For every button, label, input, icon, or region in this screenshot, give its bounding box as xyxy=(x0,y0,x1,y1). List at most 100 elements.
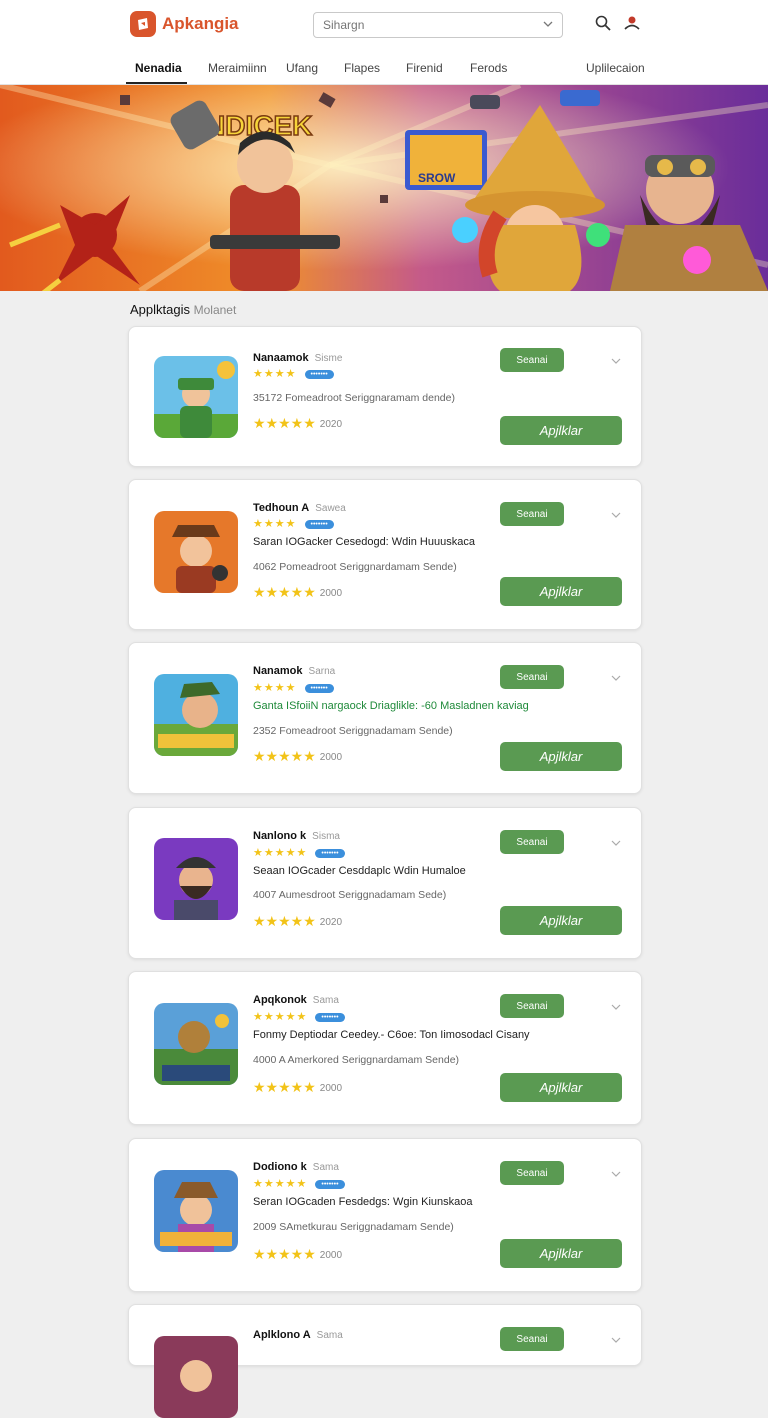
section-title: Applktagis Molanet xyxy=(130,302,236,317)
app-card[interactable]: Nanamok Sarna ★★★★ ••••••• Ganta ISfoiiN … xyxy=(128,642,642,794)
install-button[interactable]: Apjlklar xyxy=(500,742,622,771)
app-tag: Sawea xyxy=(315,503,346,514)
search-icon[interactable] xyxy=(594,14,612,32)
tab-meraimiinn[interactable]: Meraimiinn xyxy=(208,56,267,84)
banner-badge: SROW xyxy=(418,171,456,185)
secondary-button[interactable]: Seanai xyxy=(500,994,564,1018)
app-meta: 4062 Pomeadroot Seriggnardamam Sende) xyxy=(253,561,457,573)
app-tag: Sama xyxy=(312,995,339,1006)
app-thumbnail[interactable] xyxy=(154,356,238,438)
chevron-down-icon[interactable] xyxy=(610,355,622,367)
install-button[interactable]: Apjlklar xyxy=(500,1073,622,1102)
install-button[interactable]: Apjlklar xyxy=(500,906,622,935)
hero-banner[interactable]: NDICEK SROW xyxy=(0,85,768,291)
app-name: Aplklono A Sama xyxy=(253,1329,343,1341)
chevron-down-icon[interactable] xyxy=(542,18,554,30)
app-thumbnail[interactable] xyxy=(154,511,238,593)
app-thumbnail[interactable] xyxy=(154,1170,238,1252)
app-rating: ★★★★★ 2000 xyxy=(253,584,343,600)
app-tag: Sisma xyxy=(312,831,340,842)
star-rating-small: ★★★★★ ••••••• xyxy=(253,1177,345,1190)
app-meta: 4007 Aumesdroot Seriggnadamam Sede) xyxy=(253,889,447,901)
star-rating-small: ★★★★★ ••••••• xyxy=(253,846,345,859)
section-heading: Applktagis xyxy=(130,302,190,317)
search-box[interactable] xyxy=(313,12,563,38)
app-name: Apqkonok Sama xyxy=(253,994,339,1006)
chevron-down-icon[interactable] xyxy=(610,672,622,684)
app-description: Saran IOGacker Cesedogd: Wdin Huuuskaca xyxy=(253,536,475,548)
app-description: Seaan IOGcader Cesddaplc Wdin Humaloe xyxy=(253,865,466,877)
tab-uplilecaion[interactable]: Uplilecaion xyxy=(586,56,645,84)
app-card[interactable]: Tedhoun A Sawea ★★★★ ••••••• Saran IOGack… xyxy=(128,479,642,630)
app-card[interactable]: Apqkonok Sama ★★★★★ ••••••• Fonmy Deptiod… xyxy=(128,971,642,1125)
secondary-button[interactable]: Seanai xyxy=(500,348,564,372)
secondary-button[interactable]: Seanai xyxy=(500,830,564,854)
app-name: Nanamok Sarna xyxy=(253,665,336,677)
chevron-down-icon[interactable] xyxy=(610,1168,622,1180)
app-rating: ★★★★★ 2000 xyxy=(253,748,343,764)
app-tag: Sarna xyxy=(308,666,336,677)
banner-artwork: NDICEK SROW xyxy=(0,85,768,291)
app-meta: 2009 SAmetkurau Seriggnadamam Sende) xyxy=(253,1221,454,1233)
tab-flapes[interactable]: Flapes xyxy=(344,56,380,84)
app-meta: 2352 Fomeadroot Seriggnadamam Sende) xyxy=(253,725,453,737)
app-rating: ★★★★★ 2020 xyxy=(253,913,343,929)
app-thumbnail[interactable] xyxy=(154,1003,238,1085)
category-pill: ••••••• xyxy=(304,369,334,379)
app-card[interactable]: Aplklono A Sama Seanai xyxy=(128,1304,642,1418)
section-subtitle: Molanet xyxy=(193,303,237,317)
app-thumbnail[interactable] xyxy=(154,1336,238,1418)
chevron-down-icon[interactable] xyxy=(610,1001,622,1013)
app-logo[interactable]: Apkangia xyxy=(130,10,239,38)
app-description: Fonmy Deptiodar Ceedey.- C6oe: Ton Iimos… xyxy=(253,1029,530,1041)
app-name: Nanlono k Sisma xyxy=(253,830,340,842)
tab-firenid[interactable]: Firenid xyxy=(406,56,443,84)
app-description: Seran IOGcaden Fesdedgs: Wgin Kiunskaoa xyxy=(253,1196,473,1208)
category-pill: ••••••• xyxy=(304,683,334,693)
install-button[interactable]: Apjlklar xyxy=(500,416,622,445)
chevron-down-icon[interactable] xyxy=(610,1334,622,1346)
logo-text: Apkangia xyxy=(162,14,239,33)
secondary-button[interactable]: Seanai xyxy=(500,1161,564,1185)
app-description: Ganta ISfoiiN nargaock Driaglikle: -60 M… xyxy=(253,700,529,712)
install-button[interactable]: Apjlklar xyxy=(500,1239,622,1268)
app-thumbnail[interactable] xyxy=(154,838,238,920)
chevron-down-icon[interactable] xyxy=(610,509,622,521)
app-meta: 4000 A Amerkored Seriggnardamam Sende) xyxy=(253,1054,460,1066)
secondary-button[interactable]: Seanai xyxy=(500,665,564,689)
logo-icon xyxy=(130,11,156,37)
category-pill: ••••••• xyxy=(304,519,334,529)
app-tag: Sama xyxy=(316,1330,343,1341)
user-icon[interactable] xyxy=(623,14,641,32)
app-rating: ★★★★★ 2020 xyxy=(253,415,343,431)
app-name: Tedhoun A Sawea xyxy=(253,502,346,514)
star-rating-small: ★★★★★ ••••••• xyxy=(253,1010,345,1023)
category-pill: ••••••• xyxy=(315,1179,345,1189)
search-input[interactable] xyxy=(314,17,535,33)
app-meta: 35172 Fomeadroot Seriggnaramam dende) xyxy=(253,392,455,404)
app-rating: ★★★★★ 2000 xyxy=(253,1246,343,1262)
secondary-button[interactable]: Seanai xyxy=(500,502,564,526)
app-card[interactable]: Nanlono k Sisma ★★★★★ ••••••• Seaan IOGca… xyxy=(128,807,642,959)
app-name: Dodiono k Sama xyxy=(253,1161,339,1173)
star-rating-small: ★★★★ ••••••• xyxy=(253,517,334,530)
tab-ferods[interactable]: Ferods xyxy=(470,56,507,84)
app-thumbnail[interactable] xyxy=(154,674,238,756)
tab-ufang[interactable]: Ufang xyxy=(286,56,318,84)
secondary-button[interactable]: Seanai xyxy=(500,1327,564,1351)
app-name: Nanaamok Sisme xyxy=(253,352,343,364)
install-button[interactable]: Apjlklar xyxy=(500,577,622,606)
app-card[interactable]: Nanaamok Sisme ★★★★ ••••••• 35172 Fomeadr… xyxy=(128,326,642,467)
app-tag: Sama xyxy=(312,1162,339,1173)
category-pill: ••••••• xyxy=(315,1012,345,1022)
nav-tabs: Nenadia Meraimiinn Ufang Flapes Firenid … xyxy=(0,56,768,84)
chevron-down-icon[interactable] xyxy=(610,837,622,849)
app-card[interactable]: Dodiono k Sama ★★★★★ ••••••• Seran IOGcad… xyxy=(128,1138,642,1292)
star-rating-small: ★★★★ ••••••• xyxy=(253,367,334,380)
app-rating: ★★★★★ 2000 xyxy=(253,1079,343,1095)
tab-nenadia[interactable]: Nenadia xyxy=(126,56,187,84)
top-header: Apkangia Nenadia Meraimiinn Ufang Flapes… xyxy=(0,0,768,85)
category-pill: ••••••• xyxy=(315,848,345,858)
app-tag: Sisme xyxy=(314,353,343,364)
star-rating-small: ★★★★ ••••••• xyxy=(253,681,334,694)
